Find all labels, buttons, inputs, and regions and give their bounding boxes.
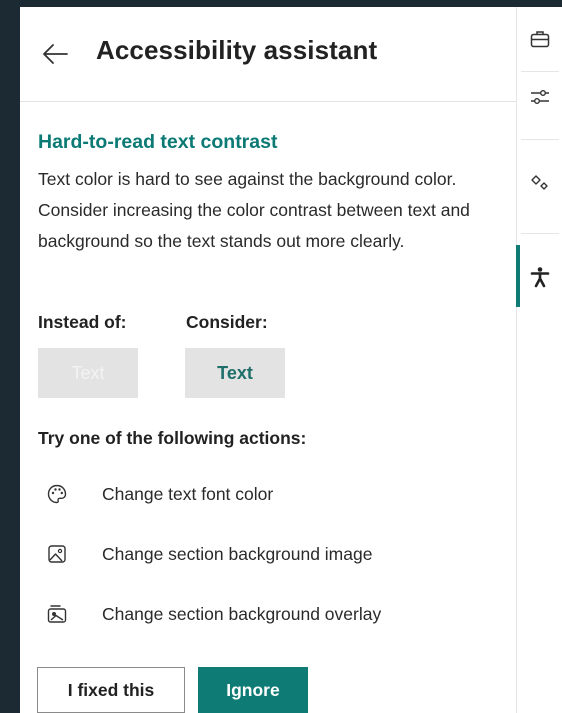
panel-header: Accessibility assistant bbox=[20, 7, 516, 102]
change-background-overlay-action[interactable]: Change section background overlay bbox=[38, 599, 381, 629]
ignore-button[interactable]: Ignore bbox=[198, 667, 308, 713]
instead-of-label: Instead of: bbox=[38, 312, 127, 332]
i-fixed-this-button[interactable]: I fixed this bbox=[37, 667, 185, 713]
side-rail bbox=[516, 7, 562, 713]
page-title: Accessibility assistant bbox=[96, 35, 378, 65]
rail-item-accessibility[interactable] bbox=[517, 255, 562, 299]
sliders-icon bbox=[530, 89, 549, 104]
image-icon bbox=[48, 545, 66, 563]
issue-description: Text color is hard to see against the ba… bbox=[38, 169, 470, 251]
action-label: Change section background image bbox=[102, 543, 373, 564]
window-frame bbox=[0, 0, 562, 7]
change-font-color-action[interactable]: Change text font color bbox=[38, 479, 273, 509]
rail-divider bbox=[521, 71, 559, 72]
accessibility-panel: Accessibility assistant Hard-to-read tex… bbox=[20, 7, 516, 713]
good-contrast-sample: Text bbox=[185, 348, 285, 398]
arrow-left-icon[interactable] bbox=[42, 43, 68, 65]
palette-icon bbox=[47, 484, 67, 504]
rail-item-briefcase[interactable] bbox=[517, 17, 562, 61]
issue-title: Hard-to-read text contrast bbox=[38, 131, 278, 153]
rail-item-design[interactable] bbox=[517, 161, 562, 205]
change-background-image-action[interactable]: Change section background image bbox=[38, 539, 372, 569]
action-label: Change text font color bbox=[102, 483, 274, 504]
bad-contrast-sample: Text bbox=[38, 348, 138, 398]
action-label: Change section background overlay bbox=[102, 603, 382, 624]
briefcase-icon bbox=[530, 31, 549, 48]
sparkle-design-icon bbox=[530, 175, 548, 190]
accessibility-icon bbox=[530, 267, 549, 288]
rail-divider bbox=[521, 139, 559, 140]
rail-divider bbox=[521, 233, 559, 234]
consider-label: Consider: bbox=[186, 312, 268, 332]
overlay-icon bbox=[47, 605, 67, 623]
actions-heading: Try one of the following actions: bbox=[38, 428, 307, 448]
rail-item-sliders[interactable] bbox=[517, 75, 562, 119]
